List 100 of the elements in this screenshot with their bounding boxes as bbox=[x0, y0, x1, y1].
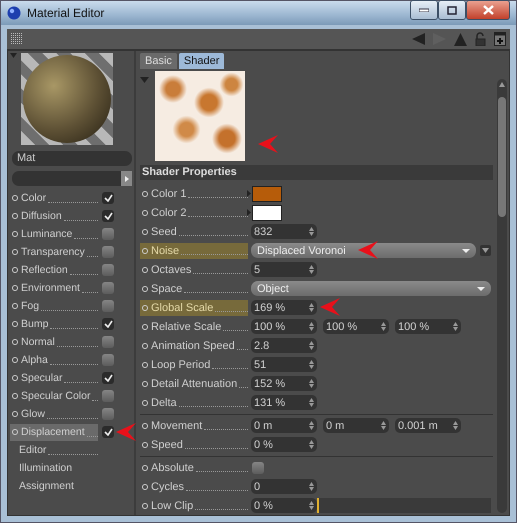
channel-item[interactable]: Luminance bbox=[10, 226, 98, 242]
menu-button[interactable] bbox=[480, 245, 491, 256]
maximize-icon bbox=[447, 6, 457, 14]
channel-checkbox[interactable] bbox=[102, 300, 114, 312]
number-field[interactable]: 0 % bbox=[251, 498, 317, 513]
ring-icon bbox=[12, 249, 18, 255]
number-field[interactable]: 0 m bbox=[251, 418, 317, 433]
ring-icon bbox=[142, 248, 148, 254]
close-icon bbox=[482, 5, 494, 15]
ring-icon bbox=[142, 362, 148, 368]
ring-icon bbox=[142, 190, 148, 196]
channel-checkbox[interactable] bbox=[102, 390, 114, 402]
channel-item[interactable]: Environment bbox=[10, 280, 98, 296]
ring-icon bbox=[12, 213, 18, 219]
color-swatch[interactable] bbox=[252, 204, 282, 220]
scroll-bar[interactable] bbox=[12, 171, 132, 186]
channel-item[interactable]: Glow bbox=[10, 406, 98, 422]
channel-checkbox[interactable] bbox=[102, 354, 114, 366]
channel-item[interactable]: Alpha bbox=[10, 352, 98, 368]
tab[interactable]: Basic bbox=[140, 53, 177, 69]
channel-checkbox[interactable] bbox=[102, 246, 114, 258]
parameter-label: Global Scale bbox=[140, 300, 248, 316]
number-field[interactable]: 152 % bbox=[251, 376, 317, 391]
close-button[interactable] bbox=[466, 0, 510, 20]
material-name-field[interactable]: Mat bbox=[12, 151, 132, 166]
number-field[interactable]: 131 % bbox=[251, 395, 317, 410]
scrollbar-thumb[interactable] bbox=[498, 97, 506, 217]
checkmark-icon bbox=[104, 212, 112, 220]
number-field[interactable]: 51 bbox=[251, 357, 317, 372]
channel-checkbox[interactable] bbox=[102, 408, 114, 420]
expand-triangle-icon[interactable] bbox=[247, 209, 251, 216]
channel-item[interactable]: Fog bbox=[10, 298, 98, 314]
number-field[interactable]: 5 bbox=[251, 262, 317, 277]
ring-icon bbox=[142, 210, 148, 216]
vertical-scrollbar[interactable] bbox=[497, 79, 507, 513]
channel-item[interactable]: Specular bbox=[10, 370, 98, 386]
spinner-arrows-icon bbox=[309, 265, 314, 274]
collapse-triangle-icon[interactable] bbox=[10, 53, 17, 58]
spinner-arrows-icon bbox=[309, 398, 314, 407]
channel-item[interactable]: Assignment bbox=[10, 478, 98, 494]
channel-item[interactable]: Transparency bbox=[10, 244, 98, 260]
number-field[interactable]: 832 bbox=[251, 224, 317, 239]
grip-icon[interactable] bbox=[11, 33, 23, 45]
maximize-button[interactable] bbox=[438, 0, 466, 20]
number-field[interactable]: 100 % bbox=[251, 319, 317, 334]
dropdown-arrow-icon bbox=[462, 248, 470, 252]
channel-checkbox[interactable] bbox=[102, 264, 114, 276]
channel-checkbox[interactable] bbox=[102, 282, 114, 294]
minimize-button[interactable] bbox=[410, 0, 438, 20]
ring-icon bbox=[142, 442, 148, 448]
parameter-label: Absolute bbox=[140, 460, 248, 476]
up-arrow-icon[interactable] bbox=[454, 32, 467, 46]
ring-icon bbox=[12, 375, 18, 381]
dropdown[interactable]: Object bbox=[251, 281, 491, 296]
checkbox[interactable] bbox=[252, 462, 264, 474]
collapse-triangle-icon[interactable] bbox=[140, 77, 149, 83]
channel-checkbox[interactable] bbox=[102, 228, 114, 240]
ring-icon bbox=[142, 342, 148, 348]
parameter-label: Movement bbox=[140, 418, 248, 434]
ring-icon bbox=[142, 400, 148, 406]
ring-icon bbox=[12, 321, 18, 327]
ring-icon bbox=[12, 393, 18, 399]
new-window-icon[interactable] bbox=[494, 32, 506, 46]
ring-icon bbox=[12, 267, 18, 273]
up-arrow-icon[interactable] bbox=[499, 82, 505, 87]
ring-icon bbox=[142, 502, 148, 508]
number-field[interactable]: 2.8 bbox=[251, 338, 317, 353]
number-field[interactable]: 0 % bbox=[251, 437, 317, 452]
ring-icon bbox=[12, 339, 18, 345]
channel-item[interactable]: Diffusion bbox=[10, 208, 98, 224]
dropdown[interactable]: Displaced Voronoi bbox=[251, 243, 476, 258]
channel-checkbox[interactable] bbox=[102, 372, 114, 384]
back-arrow-icon[interactable] bbox=[412, 33, 425, 45]
number-field[interactable]: 0.001 m bbox=[395, 418, 461, 433]
channel-item[interactable]: Editor bbox=[10, 442, 98, 458]
channel-item[interactable]: Specular Color bbox=[10, 388, 98, 404]
channel-checkbox[interactable] bbox=[102, 426, 114, 438]
number-field[interactable]: 100 % bbox=[395, 319, 461, 334]
tab[interactable]: Shader bbox=[178, 53, 224, 69]
channel-item[interactable]: Illumination bbox=[10, 460, 98, 476]
channel-item[interactable]: Color bbox=[10, 190, 98, 206]
channel-item[interactable]: Reflection bbox=[10, 262, 98, 278]
channel-item[interactable]: Bump bbox=[10, 316, 98, 332]
ring-icon bbox=[12, 231, 18, 237]
checkmark-icon bbox=[104, 428, 112, 436]
color-swatch[interactable] bbox=[252, 186, 282, 202]
channel-checkbox[interactable] bbox=[102, 318, 114, 330]
channel-checkbox[interactable] bbox=[102, 336, 114, 348]
ring-icon bbox=[142, 464, 148, 470]
lock-icon[interactable] bbox=[475, 32, 486, 46]
number-field[interactable]: 100 % bbox=[323, 319, 389, 334]
number-field[interactable]: 0 m bbox=[323, 418, 389, 433]
channel-checkbox[interactable] bbox=[102, 210, 114, 222]
expand-triangle-icon[interactable] bbox=[247, 190, 251, 197]
channel-item[interactable]: Normal bbox=[10, 334, 98, 350]
channel-item[interactable]: Displacement bbox=[10, 424, 98, 440]
number-field[interactable]: 0 bbox=[251, 479, 317, 494]
channel-checkbox[interactable] bbox=[102, 192, 114, 204]
ring-icon bbox=[142, 380, 148, 386]
number-field[interactable]: 169 % bbox=[251, 300, 317, 315]
